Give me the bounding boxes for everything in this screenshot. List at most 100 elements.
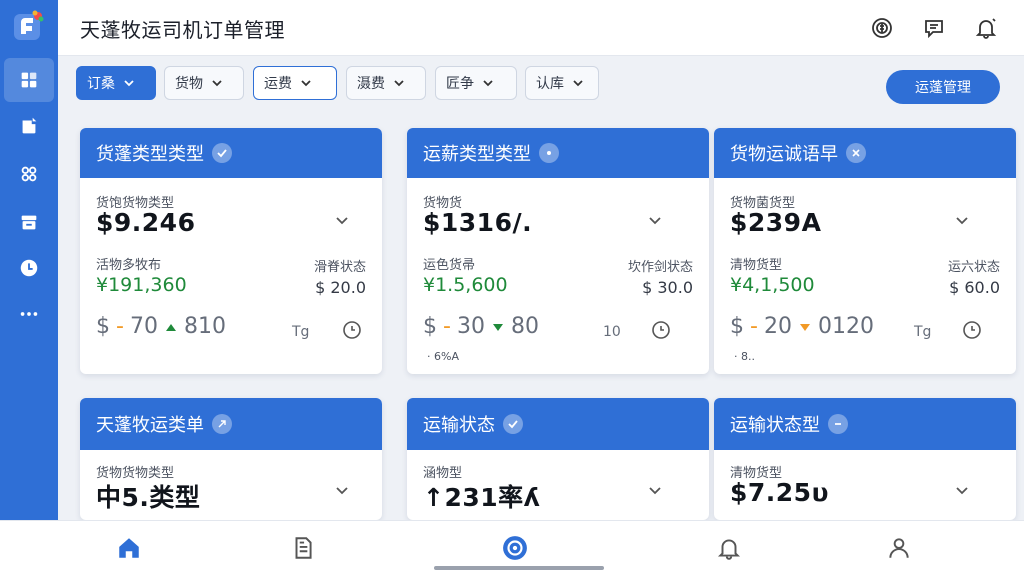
filter-chip-freight[interactable]: 运费 [253,66,337,100]
card-main-value: $7.25υ [730,478,829,507]
card-status-value: $ 30.0 [642,278,693,297]
card-title: 运输状态型 [730,415,820,436]
currency-button[interactable] [868,14,896,42]
dashboard-icon [21,72,37,88]
chevron-down-icon[interactable] [954,482,970,498]
card-title: 货蓬类型类型 [96,144,204,165]
order-card[interactable]: 货蓬类型类型 货饱货物类型 $9.246 活物多牧布 ¥191,360 滑脊状态… [80,128,382,374]
card-header: 货物运诚语早 [714,128,1016,178]
order-card[interactable]: 运输状态 涵物型 ↑231率ʎ [407,398,709,520]
clock-icon[interactable] [962,320,982,340]
home-indicator [434,566,604,570]
clock-icon [20,259,38,277]
filter-chip-order[interactable]: 订桑 [76,66,156,100]
info-badge-icon [539,143,559,163]
filter-chip-label: 认库 [536,76,564,92]
more-icon [20,312,38,316]
chevron-down-icon[interactable] [647,212,663,228]
center-action-icon [503,536,527,560]
sidebar-item-apps[interactable] [4,152,54,196]
metric-a: 30 [456,314,485,339]
card-metric: $ -70 810 [96,314,226,339]
filter-chip-goods[interactable]: 货物 [164,66,244,100]
sidebar-item-archive[interactable] [4,200,54,244]
card-main-value: $9.246 [96,208,196,237]
filter-chip-label: 货物 [175,76,203,92]
apps-icon [21,166,37,182]
metric-b: 810 [183,314,226,339]
chevron-down-icon[interactable] [334,212,350,228]
card-unit: 10 [603,324,621,340]
metric-a: 70 [129,314,158,339]
chevron-down-icon[interactable] [647,482,663,498]
chevron-down-icon [483,80,493,87]
card-unit: Tg [914,324,932,340]
card-header: 运输状态 [407,398,709,450]
clock-icon[interactable] [651,320,671,340]
card-main-value: ↑231率ʎ [423,483,541,512]
card-metric: $ -20 0120 [730,314,874,339]
card-status-value: $ 20.0 [315,278,366,297]
card-mid-label: 清物货型 [730,258,783,273]
card-status-label: 滑脊状态 [313,260,366,275]
card-amount: ¥191,360 [96,274,187,296]
manage-button[interactable]: 运蓬管理 [886,70,1000,104]
sidebar [0,0,58,520]
filter-chip-label: 匠争 [446,76,474,92]
currency-icon [872,18,892,38]
nav-documents[interactable] [288,533,318,563]
top-header: 天蓬牧运司机订单管理 [58,0,1024,56]
notification-icon [975,18,997,39]
home-icon [119,538,139,558]
messages-button[interactable] [920,14,948,42]
chevron-down-icon [573,80,583,87]
card-header: 运薪类型类型 [407,128,709,178]
profile-icon [889,538,909,558]
sidebar-item-history[interactable] [4,246,54,290]
trend-down-icon [492,323,503,331]
filter-chip-warehouse[interactable]: 认库 [525,66,599,100]
sidebar-item-dashboard[interactable] [4,58,54,102]
nav-notifications[interactable] [714,533,744,563]
order-card[interactable]: 运薪类型类型 货物货 $1316/. 运色货帚 ¥1.5,600 坎作剑状态 $… [407,128,709,374]
card-header: 天蓬牧运类单 [80,398,382,450]
metric-currency: $ [423,314,437,339]
filter-chip-label: 运费 [264,76,292,92]
card-title: 天蓬牧运类单 [96,415,204,436]
document-chart-icon [22,117,37,134]
chevron-down-icon [301,80,311,87]
card-status-label: 运六状态 [947,260,1000,275]
metric-a: 20 [763,314,792,339]
nav-home[interactable] [114,533,144,563]
card-status-label: 坎作剑状态 [627,260,693,275]
card-header: 运输状态型 [714,398,1016,450]
filter-chip-fee[interactable]: 滠费 [346,66,426,100]
archive-icon [21,215,37,230]
app-logo [14,10,44,40]
order-card[interactable]: 天蓬牧运类单 货物货物类型 中5.类型 [80,398,382,520]
message-icon [925,20,943,39]
close-badge-icon[interactable] [846,143,866,163]
order-card[interactable]: 运输状态型 清物货型 $7.25υ [714,398,1016,520]
chevron-down-icon[interactable] [334,482,350,498]
card-mid-label: 活物多牧布 [96,258,162,273]
sidebar-item-reports[interactable] [4,104,54,148]
nav-profile[interactable] [884,533,914,563]
card-title: 运输状态 [423,415,495,436]
arrow-badge-icon [212,414,232,434]
clock-icon[interactable] [342,320,362,340]
filter-chip-label: 滠费 [357,76,385,92]
filter-chip-craft[interactable]: 匠争 [435,66,517,100]
nav-center-action[interactable] [500,533,530,563]
card-title: 运薪类型类型 [423,144,531,165]
check-badge-icon [503,414,523,434]
card-amount: ¥4,1,500 [730,274,815,296]
notifications-button[interactable] [972,14,1000,42]
document-icon [295,537,312,559]
metric-b: 80 [510,314,539,339]
order-card[interactable]: 货物运诚语早 货物菌货型 $239A 清物货型 ¥4,1,500 运六状态 $ … [714,128,1016,374]
card-mid-label: 运色货帚 [423,258,476,273]
chevron-down-icon[interactable] [954,212,970,228]
sidebar-item-more[interactable] [4,292,54,336]
chevron-down-icon [394,80,404,87]
